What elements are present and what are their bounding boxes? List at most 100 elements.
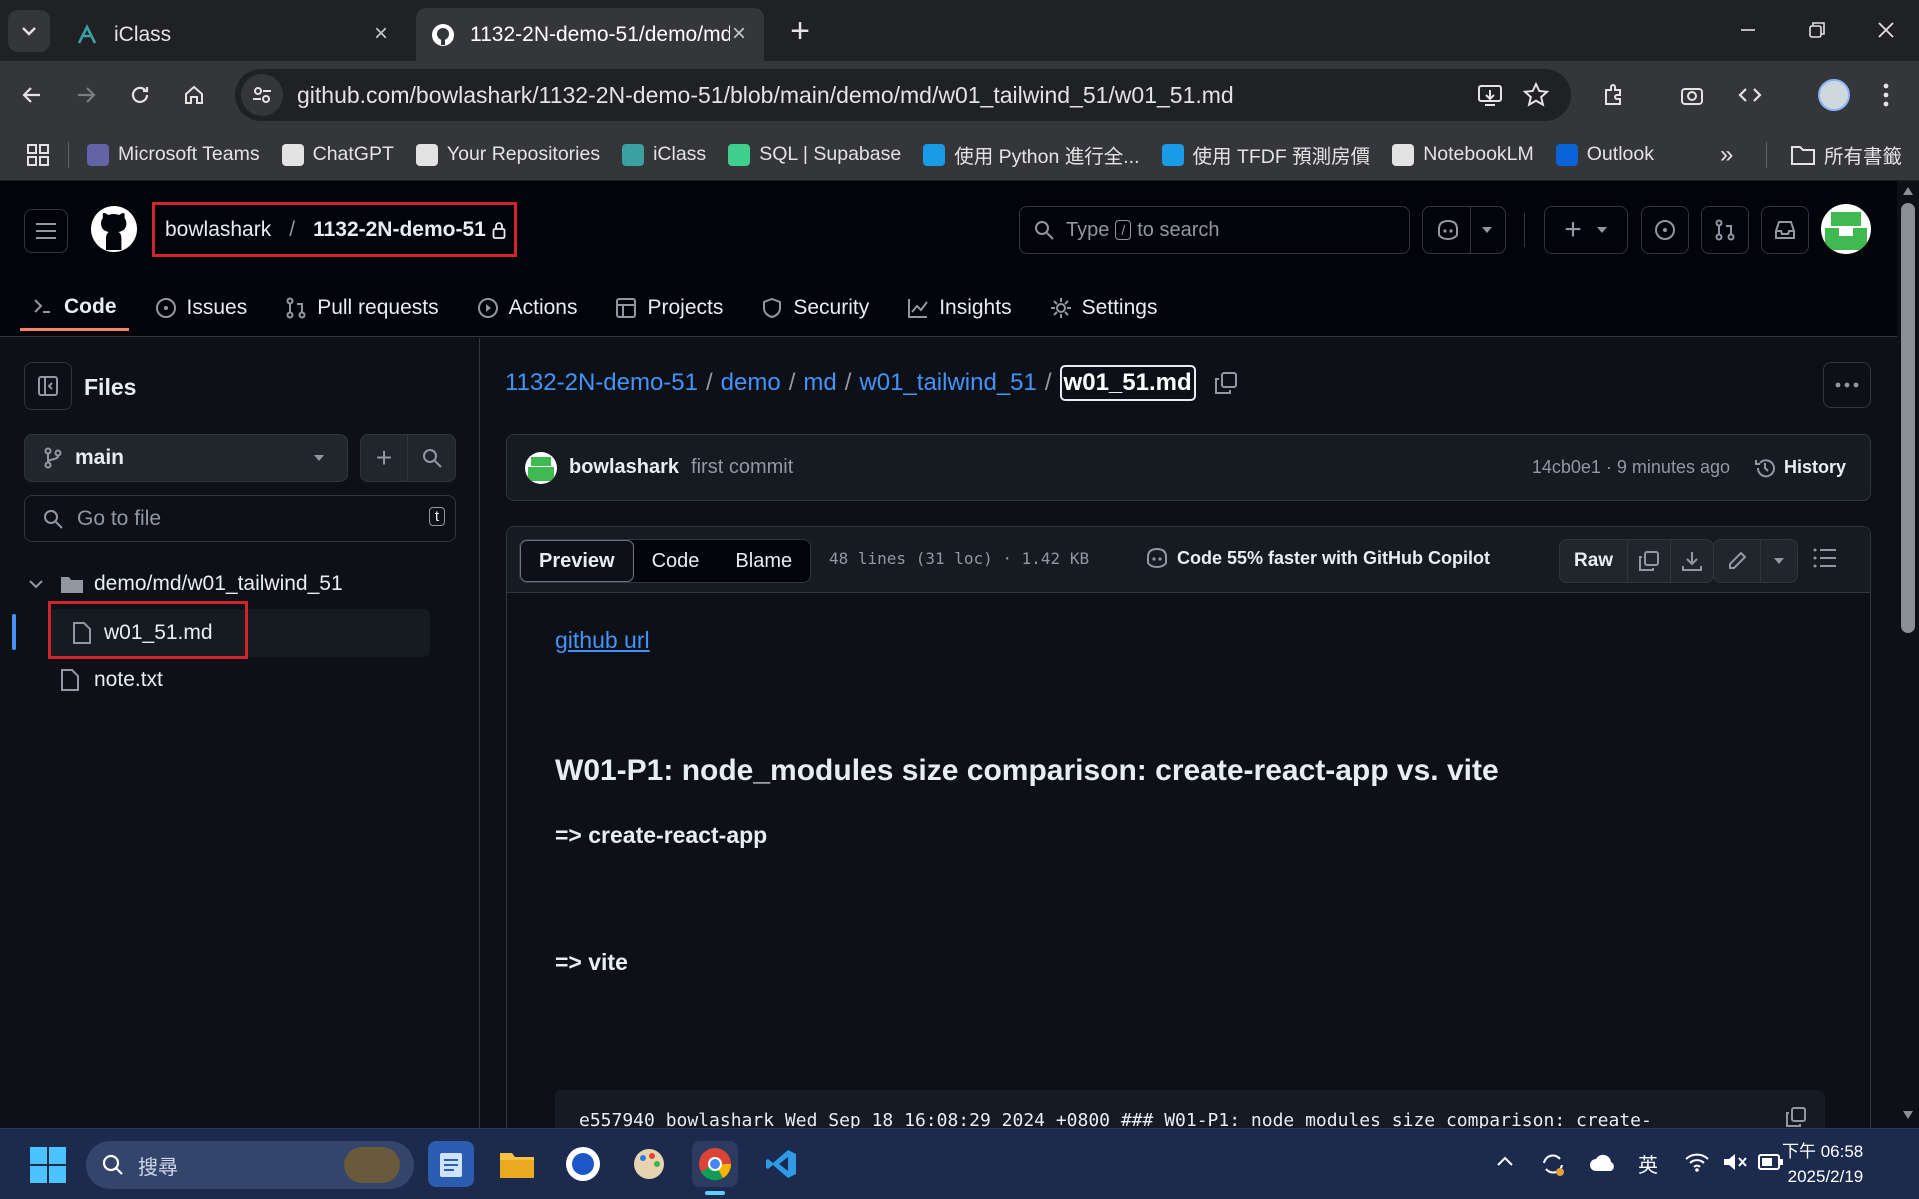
wifi-icon[interactable] [1684, 1151, 1710, 1173]
scroll-up-icon[interactable] [1903, 187, 1913, 195]
bookmark-item[interactable]: Microsoft Teams [87, 143, 260, 166]
commit-hash-time[interactable]: 14cb0e1 · 9 minutes ago [1532, 457, 1730, 478]
devtools-button[interactable] [1730, 75, 1770, 115]
repo-owner-link[interactable]: bowlashark [165, 218, 271, 242]
search-files-button[interactable] [408, 448, 455, 468]
taskbar-search[interactable]: 搜尋 [86, 1141, 414, 1189]
bookmark-item[interactable]: Your Repositories [415, 143, 600, 166]
edit-button[interactable] [1714, 540, 1761, 582]
site-info-button[interactable] [241, 74, 283, 116]
more-options-button[interactable] [1823, 362, 1871, 408]
tree-file[interactable]: note.txt [60, 656, 163, 704]
tab-insights[interactable]: Insights [895, 285, 1023, 331]
ime-indicator[interactable]: 英 [1638, 1149, 1658, 1178]
scrollbar-thumb[interactable] [1901, 203, 1915, 633]
breadcrumb-link[interactable]: w01_tailwind_51 [859, 369, 1036, 397]
copilot-button[interactable] [1422, 206, 1506, 254]
tab-issues[interactable]: Issues [143, 285, 260, 331]
pull-requests-button[interactable] [1701, 206, 1749, 254]
chrome-icon[interactable] [692, 1141, 738, 1187]
tab-iclass[interactable]: iClass × [60, 8, 406, 61]
tab-projects[interactable]: Projects [603, 285, 735, 331]
chevron-up-icon[interactable] [1496, 1155, 1514, 1167]
scroll-down-icon[interactable] [1903, 1111, 1913, 1119]
more-bookmarks-icon[interactable]: » [1720, 141, 1733, 169]
commit-author[interactable]: bowlashark [569, 456, 679, 479]
breadcrumb-link[interactable]: demo [721, 369, 781, 397]
copy-raw-button[interactable] [1628, 540, 1672, 582]
download-button[interactable] [1671, 540, 1713, 582]
issues-button[interactable] [1641, 206, 1689, 254]
apps-grid-icon[interactable] [26, 143, 50, 167]
profile-avatar[interactable] [1814, 75, 1854, 115]
bookmark-item[interactable]: ChatGPT [281, 143, 394, 166]
go-to-file-input[interactable]: Go to file t [24, 495, 456, 542]
minimize-button[interactable] [1725, 10, 1771, 50]
github-logo-icon[interactable] [90, 205, 138, 253]
bookmark-item[interactable]: 使用 TFDF 預測房價 [1161, 140, 1370, 169]
outline-button[interactable] [1813, 547, 1837, 569]
close-icon[interactable]: × [370, 22, 392, 46]
notepad-icon[interactable] [428, 1141, 474, 1187]
bookmark-item[interactable]: NotebookLM [1392, 143, 1534, 166]
bookmark-item[interactable]: SQL | Supabase [728, 143, 901, 166]
commit-message[interactable]: first commit [691, 456, 793, 479]
page-scrollbar[interactable] [1897, 181, 1919, 1128]
tab-github-file[interactable]: 1132-2N-demo-51/demo/md/w01_tailwind_51/… [416, 8, 764, 61]
onedrive-icon[interactable] [1588, 1153, 1618, 1173]
repo-name-link[interactable]: 1132-2N-demo-51 [313, 218, 486, 242]
screenshot-button[interactable] [1672, 75, 1712, 115]
breadcrumb-link[interactable]: 1132-2N-demo-51 [505, 369, 698, 397]
close-window-button[interactable] [1863, 10, 1909, 50]
app-icon[interactable] [560, 1141, 606, 1187]
search-input[interactable]: Type / to search [1019, 206, 1410, 254]
create-new-button[interactable]: + [1544, 206, 1628, 254]
copy-icon[interactable] [1214, 371, 1238, 395]
install-app-icon[interactable] [1477, 82, 1503, 108]
global-menu-button[interactable] [24, 209, 68, 253]
inbox-button[interactable] [1761, 206, 1809, 254]
github-url-link[interactable]: github url [555, 627, 650, 653]
tab-code[interactable]: Code [634, 540, 718, 582]
volume-muted-icon[interactable] [1722, 1151, 1748, 1173]
tab-search-button[interactable] [8, 10, 50, 52]
user-avatar[interactable] [1821, 204, 1871, 254]
back-button[interactable] [12, 75, 52, 115]
menu-button[interactable] [1866, 75, 1906, 115]
restore-button[interactable] [1794, 10, 1840, 50]
bookmark-item[interactable]: 使用 Python 進行全... [923, 140, 1140, 169]
all-bookmarks-button[interactable]: 所有書籤 [1790, 140, 1902, 169]
tab-code[interactable]: Code [20, 285, 129, 331]
copy-icon[interactable] [1785, 1106, 1807, 1128]
tab-blame[interactable]: Blame [717, 540, 810, 582]
tab-settings[interactable]: Settings [1038, 285, 1170, 331]
extensions-button[interactable] [1594, 75, 1634, 115]
battery-icon[interactable] [1758, 1153, 1784, 1171]
history-button[interactable]: History [1754, 457, 1846, 479]
file-explorer-icon[interactable] [494, 1141, 540, 1187]
reload-button[interactable] [120, 75, 160, 115]
bookmark-item[interactable]: Outlook [1555, 143, 1654, 166]
edit-dropdown[interactable] [1761, 540, 1797, 582]
collapse-sidebar-button[interactable] [24, 362, 72, 410]
add-file-button[interactable]: + [361, 435, 409, 481]
close-icon[interactable]: × [728, 22, 750, 46]
address-bar[interactable]: github.com/bowlashark/1132-2N-demo-51/bl… [235, 69, 1571, 121]
raw-button[interactable]: Raw [1560, 540, 1629, 582]
tab-actions[interactable]: Actions [465, 285, 590, 331]
tab-pull-requests[interactable]: Pull requests [273, 285, 450, 331]
taskbar-clock[interactable]: 下午 06:58 2025/2/19 [1782, 1139, 1863, 1189]
paint-icon[interactable] [626, 1141, 672, 1187]
sync-icon[interactable] [1540, 1151, 1566, 1177]
breadcrumb-link[interactable]: md [803, 369, 836, 397]
bookmark-item[interactable]: iClass [622, 143, 706, 166]
author-avatar[interactable] [525, 451, 557, 484]
new-tab-button[interactable]: + [780, 12, 820, 52]
home-button[interactable] [174, 75, 214, 115]
windows-start-icon[interactable] [30, 1147, 66, 1183]
forward-button[interactable] [66, 75, 106, 115]
copilot-promo[interactable]: Code 55% faster with GitHub Copilot [1145, 547, 1490, 569]
tab-preview[interactable]: Preview [520, 540, 634, 582]
branch-selector[interactable]: main [24, 434, 348, 482]
tab-security[interactable]: Security [749, 285, 881, 331]
